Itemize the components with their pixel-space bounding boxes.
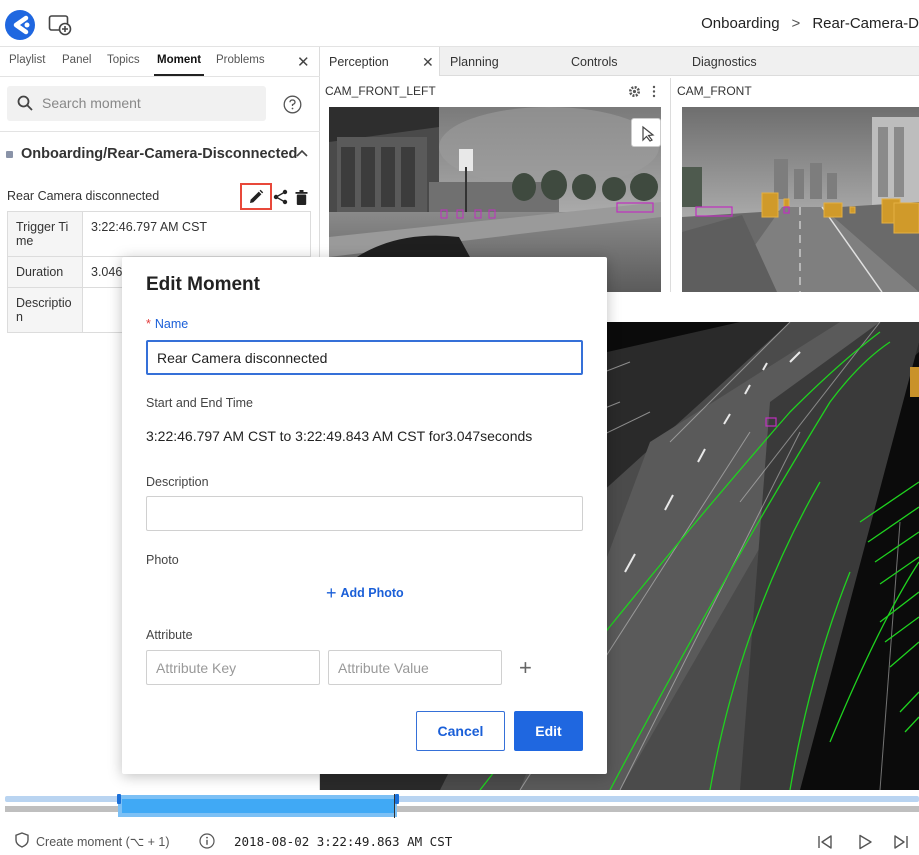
breadcrumb: Onboarding > Rear-Camera-D bbox=[701, 15, 919, 32]
timeline-selection-inner bbox=[122, 799, 395, 813]
description-label: Description bbox=[146, 475, 209, 489]
required-mark: * bbox=[146, 317, 151, 331]
camera-label-front-left: CAM_FRONT_LEFT bbox=[325, 84, 436, 98]
time-range-value: 3:22:46.797 AM CST to 3:22:49.843 AM CST… bbox=[146, 428, 533, 444]
moment-group-title: Onboarding/Rear-Camera-Disconnected bbox=[21, 146, 298, 162]
timeline-end-handle[interactable] bbox=[395, 794, 399, 804]
tab-panel[interactable]: Panel bbox=[62, 54, 91, 66]
help-icon[interactable] bbox=[283, 95, 302, 114]
plus-icon: + bbox=[326, 583, 337, 603]
more-icon[interactable] bbox=[651, 85, 657, 98]
close-icon[interactable]: ✕ bbox=[297, 53, 310, 71]
gear-icon[interactable] bbox=[628, 85, 641, 98]
info-icon[interactable] bbox=[199, 833, 215, 849]
current-timestamp: 2018-08-02 3:22:49.863 AM CST bbox=[234, 834, 453, 849]
edit-submit-button[interactable]: Edit bbox=[514, 711, 583, 751]
breadcrumb-project[interactable]: Onboarding bbox=[701, 15, 779, 32]
search-icon bbox=[17, 95, 33, 111]
skip-back-icon[interactable] bbox=[817, 834, 833, 850]
tab-planning[interactable]: Planning bbox=[450, 47, 499, 76]
status-bar: Create moment (⌥ + 1) 2018-08-02 3:22:49… bbox=[0, 822, 919, 855]
close-icon[interactable]: ✕ bbox=[422, 54, 434, 71]
breadcrumb-moment[interactable]: Rear-Camera-D bbox=[812, 15, 919, 32]
description-input[interactable] bbox=[146, 496, 583, 531]
cursor-icon bbox=[642, 125, 655, 142]
create-moment-button[interactable]: Create moment (⌥ + 1) bbox=[36, 834, 170, 849]
time-label: Start and End Time bbox=[146, 396, 254, 410]
trash-icon[interactable] bbox=[295, 190, 308, 205]
dialog-title: Edit Moment bbox=[146, 274, 260, 295]
description-key: Description bbox=[7, 287, 83, 333]
attribute-key-input[interactable] bbox=[146, 650, 320, 685]
search-input[interactable]: Search moment bbox=[42, 95, 141, 111]
tab-moment[interactable]: Moment bbox=[157, 54, 201, 66]
duration-key: Duration bbox=[7, 256, 83, 288]
attribute-value-input[interactable] bbox=[328, 650, 502, 685]
new-window-icon[interactable] bbox=[48, 14, 72, 36]
attribute-label: Attribute bbox=[146, 628, 193, 642]
search-box[interactable]: Search moment bbox=[7, 86, 266, 121]
cancel-button[interactable]: Cancel bbox=[416, 711, 505, 751]
tab-topics[interactable]: Topics bbox=[107, 54, 140, 66]
camera-image-front bbox=[682, 107, 919, 292]
edit-moment-dialog: Edit Moment *Name Start and End Time 3:2… bbox=[122, 257, 607, 774]
name-input[interactable] bbox=[146, 340, 583, 375]
tab-problems[interactable]: Problems bbox=[216, 54, 265, 66]
timeline-playhead[interactable] bbox=[394, 794, 395, 818]
app-logo-icon[interactable] bbox=[4, 9, 36, 41]
table-row: Trigger Time 3:22:46.797 AM CST bbox=[7, 211, 311, 257]
add-photo-button[interactable]: + Add Photo bbox=[326, 583, 404, 604]
camera-label-front: CAM_FRONT bbox=[677, 84, 752, 98]
name-label-text: Name bbox=[154, 317, 189, 331]
tab-playlist[interactable]: Playlist bbox=[9, 54, 45, 66]
tab-controls[interactable]: Controls bbox=[571, 47, 618, 76]
top-bar: Onboarding > Rear-Camera-D bbox=[0, 0, 919, 47]
shield-icon bbox=[15, 832, 29, 848]
timeline[interactable] bbox=[0, 790, 919, 820]
active-tab-indicator bbox=[154, 74, 204, 76]
pencil-icon[interactable] bbox=[248, 189, 264, 205]
share-icon[interactable] bbox=[273, 189, 288, 205]
tab-perception[interactable]: Perception ✕ bbox=[320, 47, 440, 76]
photo-label: Photo bbox=[146, 553, 179, 567]
breadcrumb-separator: > bbox=[791, 15, 801, 32]
tab-perception-label: Perception bbox=[329, 55, 389, 69]
trigger-time-value: 3:22:46.797 AM CST bbox=[82, 211, 311, 257]
name-label: * Name bbox=[146, 317, 188, 331]
trigger-time-key: Trigger Time bbox=[7, 211, 83, 257]
chevron-up-icon[interactable] bbox=[296, 148, 308, 158]
moment-group-header[interactable]: Onboarding/Rear-Camera-Disconnected bbox=[0, 131, 320, 177]
tab-diagnostics[interactable]: Diagnostics bbox=[692, 47, 757, 76]
add-attribute-icon[interactable]: + bbox=[519, 655, 532, 681]
moment-item-name: Rear Camera disconnected bbox=[7, 189, 160, 203]
left-panel-tabs: Playlist Panel Topics Moment Problems ✕ bbox=[0, 47, 320, 77]
moment-bullet bbox=[6, 151, 13, 158]
play-icon[interactable] bbox=[857, 834, 873, 850]
skip-forward-icon[interactable] bbox=[893, 834, 909, 850]
add-photo-label: Add Photo bbox=[340, 586, 404, 600]
timeline-start-handle[interactable] bbox=[117, 794, 121, 804]
panel-tabs: Perception ✕ Planning Controls Diagnosti… bbox=[320, 47, 919, 76]
cursor-button[interactable] bbox=[631, 118, 661, 147]
camera-divider bbox=[670, 78, 671, 292]
